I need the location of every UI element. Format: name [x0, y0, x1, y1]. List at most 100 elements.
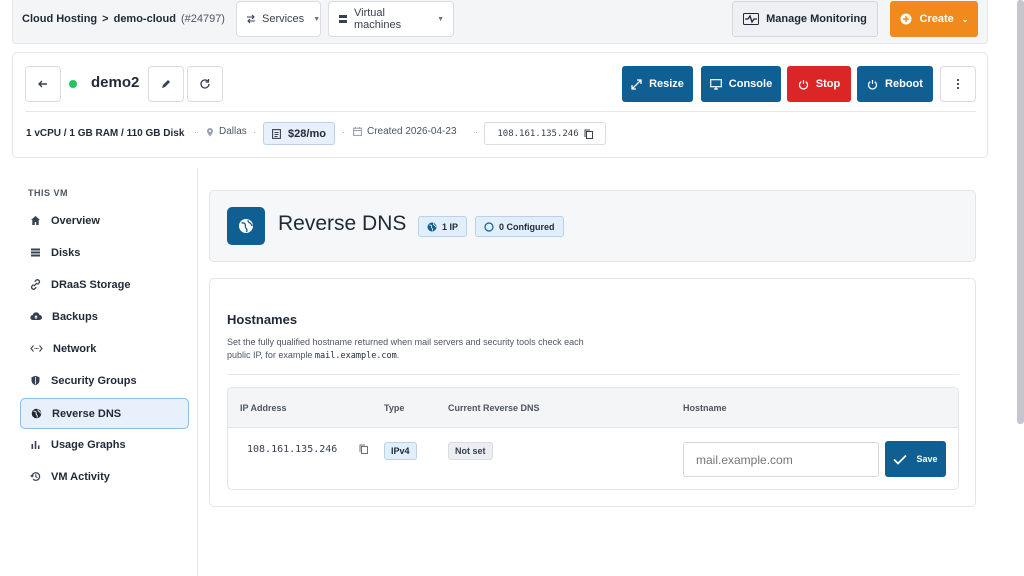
sidebar-item-label: VM Activity [51, 470, 110, 483]
sidebar-item-reverse-dns[interactable]: Reverse DNS [20, 398, 189, 429]
sidebar-item-network[interactable]: Network [20, 333, 189, 364]
table-header: IP Address Type Current Reverse DNS Host… [228, 388, 958, 428]
breadcrumb-project[interactable]: demo-cloud [114, 13, 176, 25]
copy-icon[interactable] [584, 129, 593, 139]
sidebar-item-label: Security Groups [51, 374, 137, 387]
reverse-dns-badge [227, 207, 265, 245]
manage-monitoring-button[interactable]: Manage Monitoring [732, 1, 878, 37]
vm-header-divider [25, 111, 976, 112]
hostnames-divider [227, 374, 959, 375]
history-icon [30, 471, 41, 482]
create-label: Create [919, 13, 954, 25]
vm-location-label: Dallas [219, 126, 247, 137]
breadcrumb-root[interactable]: Cloud Hosting [22, 13, 97, 25]
list-icon [30, 247, 41, 258]
sidebar-item-label: Backups [52, 310, 98, 323]
sidebar-item-vm-activity[interactable]: VM Activity [20, 461, 189, 492]
refresh-icon [199, 78, 211, 90]
globe-icon [427, 222, 437, 232]
configured-count-label: 0 Configured [499, 221, 555, 232]
vm-specs: 1 vCPU / 1 GB RAM / 110 GB Disk [26, 128, 185, 139]
sidebar-item-label: Reverse DNS [52, 407, 122, 420]
column-header-current-reverse-dns: Current Reverse DNS [448, 403, 540, 413]
example-hostname-code: mail.example.com [314, 351, 397, 361]
create-button[interactable]: Create ⌄ [890, 1, 978, 37]
stop-button[interactable]: Stop [787, 66, 851, 102]
sidebar-item-disks[interactable]: Disks [20, 237, 189, 268]
page-scrollbar[interactable] [1017, 0, 1024, 424]
copy-icon[interactable] [359, 444, 368, 454]
edit-name-button[interactable] [148, 66, 184, 102]
map-pin-icon [206, 127, 214, 137]
globe-icon [31, 408, 42, 419]
calendar-icon [353, 127, 362, 136]
sidebar-item-label: Overview [51, 214, 100, 227]
caret-down-icon: ▼ [437, 15, 444, 23]
sidebar-item-label: DRaaS Storage [51, 278, 131, 291]
ip-count-label: 1 IP [442, 221, 459, 232]
expand-icon [631, 78, 642, 90]
home-icon [30, 215, 41, 226]
shield-icon [30, 375, 41, 386]
server-icon [338, 14, 348, 24]
hostnames-title: Hostnames [227, 312, 298, 327]
sidebar-item-usage-graphs[interactable]: Usage Graphs [20, 429, 189, 460]
vm-created-label: Created 2026-04-23 [367, 126, 457, 137]
console-button[interactable]: Console [701, 66, 781, 102]
column-header-ip-address: IP Address [240, 403, 287, 413]
caret-down-icon: ▼ [313, 15, 321, 23]
sidebar-item-overview[interactable]: Overview [20, 205, 189, 236]
reboot-button[interactable]: Reboot [857, 66, 933, 102]
price-badge: $28/mo [263, 122, 335, 145]
back-button[interactable] [25, 66, 61, 102]
more-options-button[interactable] [940, 66, 976, 102]
page-title: Reverse DNS [278, 212, 407, 235]
link-icon [30, 279, 41, 290]
check-icon [893, 454, 908, 465]
hostnames-description: Set the fully qualified hostname returne… [227, 336, 647, 363]
vm-location: Dallas [206, 126, 247, 137]
save-label: Save [916, 454, 938, 464]
sidebar-item-label: Network [53, 342, 97, 355]
bar-chart-icon [30, 439, 41, 450]
meta-separator: · [253, 127, 256, 137]
resize-button[interactable]: Resize [622, 66, 693, 102]
arrow-left-icon [37, 78, 49, 90]
breadcrumb: Cloud Hosting > demo-cloud (#24797) [22, 13, 225, 25]
row-type-badge: IPv4 [384, 442, 417, 460]
globe-icon [238, 218, 254, 234]
reverse-dns-table: IP Address Type Current Reverse DNS Host… [227, 387, 959, 490]
vm-ip-chip[interactable]: 108.161.135.246 [484, 122, 606, 145]
status-dot [69, 80, 77, 88]
virtual-machines-label: Virtual machines [354, 7, 402, 31]
column-header-type: Type [384, 403, 405, 413]
save-button[interactable]: Save [885, 441, 946, 477]
meta-separator: · [475, 127, 478, 137]
sidebar-item-draas-storage[interactable]: DRaaS Storage [20, 269, 189, 300]
breadcrumb-separator: > [102, 13, 109, 25]
configured-count-badge: 0 Configured [475, 216, 564, 237]
code-arrows-icon [30, 343, 43, 354]
sidebar-item-backups[interactable]: Backups [20, 301, 189, 332]
pencil-icon [160, 78, 172, 90]
virtual-machines-dropdown[interactable]: Virtual machines ▼ [328, 1, 454, 37]
plus-circle-icon [900, 13, 912, 25]
refresh-button[interactable] [187, 66, 223, 102]
sidebar-item-security-groups[interactable]: Security Groups [20, 365, 189, 396]
column-header-hostname: Hostname [683, 403, 727, 413]
services-dropdown[interactable]: Services ▼ [236, 1, 321, 37]
sidebar-title: THIS VM [28, 188, 69, 198]
stop-label: Stop [815, 78, 841, 90]
circle-outline-icon [484, 221, 494, 232]
row-ip-address: 108.161.135.246 [247, 444, 338, 455]
vm-ip-label: 108.161.135.246 [497, 128, 579, 139]
sidebar-item-label: Usage Graphs [51, 438, 126, 451]
description-text-end: . [396, 350, 400, 360]
resize-label: Resize [649, 78, 684, 90]
vm-name: demo2 [91, 74, 140, 91]
power-cycle-icon [867, 79, 878, 90]
hostname-input[interactable] [683, 442, 879, 477]
vm-created: Created 2026-04-23 [353, 126, 457, 137]
power-icon [798, 79, 809, 90]
hostnames-description-line-2: public IP, for example mail.example.com. [227, 349, 647, 363]
